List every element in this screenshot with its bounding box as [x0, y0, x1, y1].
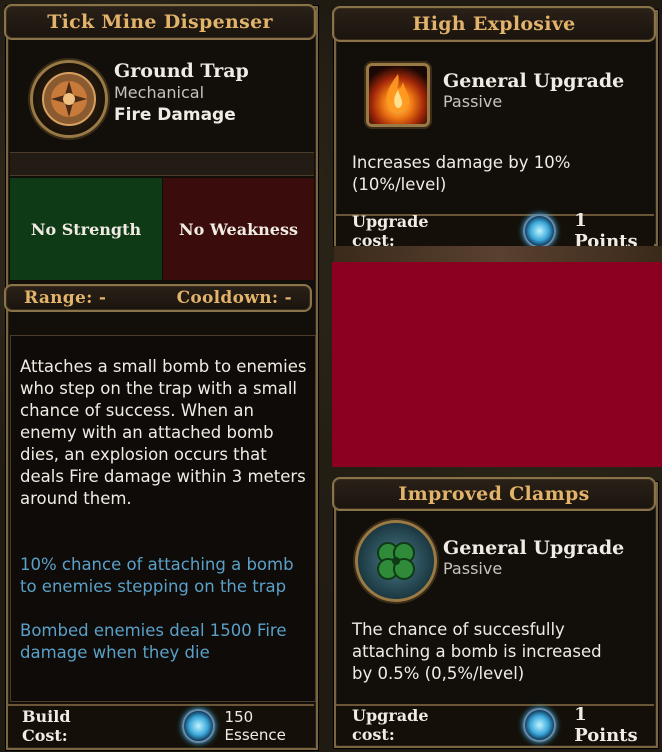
trap-type: Ground Trap [114, 60, 249, 82]
build-cost-label: Build Cost: [22, 707, 71, 745]
range-cooldown-bar: Range: - Cooldown: - [4, 284, 312, 312]
upgrade-2-cost-label: Upgrade cost: [352, 706, 429, 744]
upgrade-2-subtype: Passive [443, 559, 503, 578]
damage-type: Fire Damage [114, 105, 236, 125]
strength-box: No Strength [10, 178, 162, 280]
background-decor [334, 246, 662, 262]
weakness-box: No Weakness [163, 178, 314, 280]
build-cost-value: 150 Essence [224, 708, 286, 744]
upgrade-2-cost-bar: Upgrade cost: 1 Points [336, 704, 654, 746]
trap-category: Mechanical [114, 83, 205, 102]
trap-description: Attaches a small bomb to enemies who ste… [20, 357, 307, 508]
upgrade-1-cost-label: Upgrade cost: [352, 212, 429, 250]
upgrade-2-cost-value: 1 Points [574, 704, 638, 746]
clover-icon-frame [355, 520, 437, 602]
cooldown-label: Cooldown: - [176, 288, 292, 308]
trap-title: Tick Mine Dispenser [4, 4, 316, 40]
upgrade-point-gem-icon [523, 214, 557, 248]
clover-icon [377, 542, 415, 580]
upgrade-point-gem-icon [523, 708, 557, 742]
upgrade-1-cost-bar: Upgrade cost: 1 Points [336, 210, 654, 252]
upgrade-2-description: The chance of succesfully attaching a bo… [352, 620, 602, 683]
build-cost-bar: Build Cost: 150 Essence [8, 704, 314, 746]
mine-icon [30, 60, 108, 138]
upgrade-1-subtype: Passive [443, 92, 503, 111]
divider-bar [10, 152, 314, 176]
upgrade-1-description: Increases damage by 10% (10%/level) [352, 153, 571, 194]
upgrade-1-type: General Upgrade [443, 70, 625, 92]
bonus-chance: 10% chance of attaching a bomb to enemie… [20, 555, 294, 596]
redacted-area [332, 262, 662, 467]
essence-gem-icon [182, 709, 215, 743]
bonus-damage: Bombed enemies deal 1500 Fire damage whe… [20, 621, 287, 662]
upgrade-2-type: General Upgrade [443, 537, 625, 559]
fire-icon [366, 63, 430, 127]
upgrade-2-title: Improved Clamps [332, 477, 656, 511]
upgrade-1-title: High Explosive [332, 6, 656, 42]
range-label: Range: - [24, 288, 107, 308]
